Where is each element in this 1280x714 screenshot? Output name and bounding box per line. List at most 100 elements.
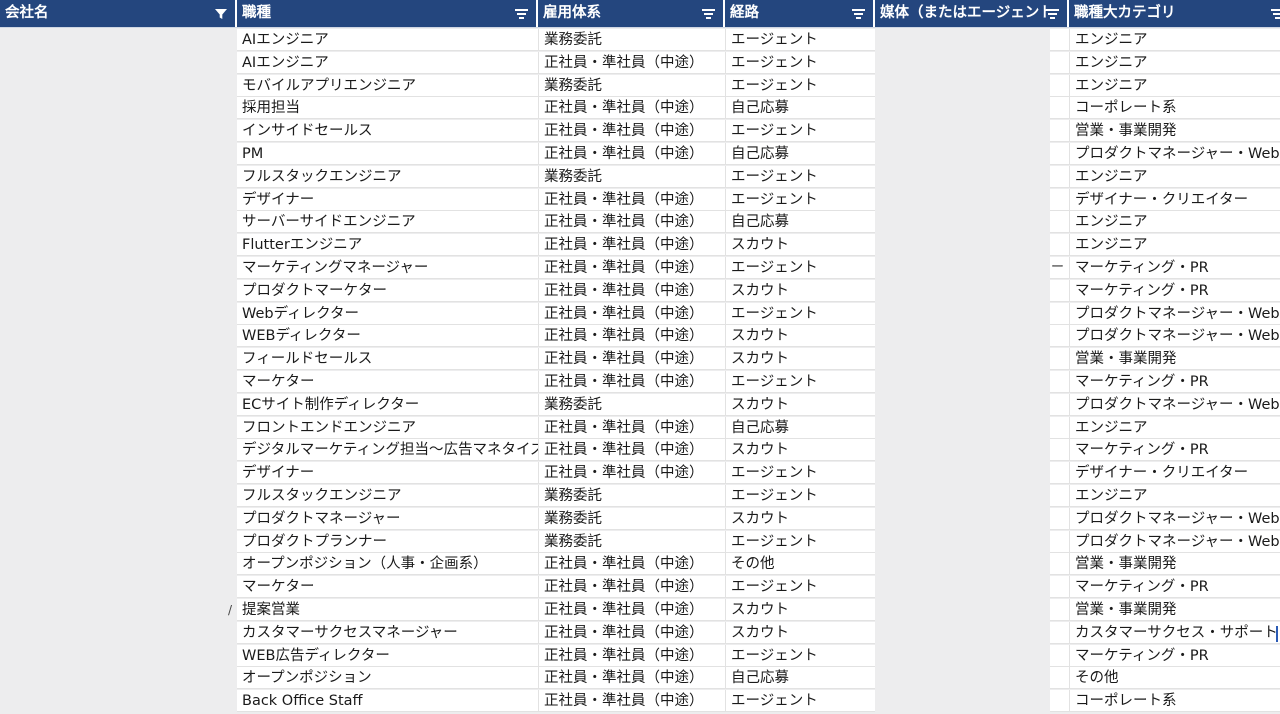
cell-route[interactable]: エージェント xyxy=(725,257,875,279)
cell-category[interactable]: デザイナー・クリエイター xyxy=(1069,188,1280,211)
cell-role[interactable]: インサイドセールス xyxy=(237,120,538,143)
cell-category[interactable]: エンジニア xyxy=(1069,29,1280,51)
cell-media[interactable] xyxy=(875,280,1050,302)
cell-route[interactable]: エージェント xyxy=(725,485,875,507)
cell-role[interactable]: フルスタックエンジニア xyxy=(237,485,538,507)
cell-employment[interactable]: 正社員・準社員（中途） xyxy=(538,462,725,485)
cell-media-edge[interactable] xyxy=(1050,302,1069,325)
cell-media-edge[interactable] xyxy=(1050,667,1069,690)
cell-employment[interactable]: 正社員・準社員（中途） xyxy=(538,51,725,74)
cell-media[interactable] xyxy=(875,303,1050,325)
cell-role[interactable]: 採用担当 xyxy=(237,97,538,120)
cell-employment[interactable]: 正社員・準社員（中途） xyxy=(538,348,725,371)
cell-employment[interactable]: 正社員・準社員（中途） xyxy=(538,120,725,143)
cell-route[interactable]: エージェント xyxy=(725,644,875,667)
cell-route[interactable]: エージェント xyxy=(725,690,875,713)
cell-media-edge[interactable] xyxy=(1050,188,1069,211)
cell-media-edge[interactable] xyxy=(1050,279,1069,302)
cell-employment[interactable]: 正社員・準社員（中途） xyxy=(538,416,725,439)
cell-route[interactable]: エージェント xyxy=(725,51,875,74)
cell-role[interactable]: 提案営業 xyxy=(237,599,538,621)
cell-media[interactable] xyxy=(875,622,1050,644)
cell-role[interactable]: モバイルアプリエンジニア xyxy=(237,74,538,97)
cell-role[interactable]: カスタマーサクセスマネージャー xyxy=(237,621,538,644)
cell-role[interactable]: マーケター xyxy=(237,576,538,599)
cell-category[interactable]: エンジニア xyxy=(1069,211,1280,234)
cell-category[interactable]: 営業・事業開発 xyxy=(1069,553,1280,576)
cell-media[interactable] xyxy=(875,531,1050,553)
cell-route[interactable]: 自己応募 xyxy=(725,416,875,439)
cell-media[interactable] xyxy=(875,667,1050,689)
cell-media[interactable] xyxy=(875,143,1050,165)
cell-employment[interactable]: 正社員・準社員（中途） xyxy=(538,553,725,576)
cell-role[interactable]: AIエンジニア xyxy=(237,29,538,51)
cell-role[interactable]: プロダクトマーケター xyxy=(237,279,538,302)
cell-media[interactable] xyxy=(875,325,1050,347)
cell-employment[interactable]: 正社員・準社員（中途） xyxy=(538,143,725,165)
cell-category[interactable]: マーケティング・PR xyxy=(1069,257,1280,279)
cell-employment[interactable]: 正社員・準社員（中途） xyxy=(538,439,725,462)
cell-route[interactable]: 自己応募 xyxy=(725,143,875,165)
cell-route[interactable]: エージェント xyxy=(725,120,875,143)
cell-category[interactable]: プロダクトマネージャー・Webデ xyxy=(1069,143,1280,165)
cell-role[interactable]: デジタルマーケティング担当〜広告マネタイズ xyxy=(237,439,538,462)
cell-role[interactable]: フルスタックエンジニア xyxy=(237,165,538,188)
cell-media-edge[interactable] xyxy=(1050,325,1069,348)
cell-route[interactable]: スカウト xyxy=(725,234,875,257)
cell-route[interactable]: スカウト xyxy=(725,621,875,644)
cell-media[interactable] xyxy=(875,645,1050,667)
cell-media[interactable] xyxy=(875,599,1050,621)
filter-icon[interactable] xyxy=(852,0,865,27)
cell-route[interactable]: エージェント xyxy=(725,371,875,393)
cell-role[interactable]: プロダクトプランナー xyxy=(237,530,538,553)
cell-route[interactable]: エージェント xyxy=(725,576,875,599)
cell-employment[interactable]: 正社員・準社員（中途） xyxy=(538,302,725,325)
cell-employment[interactable]: 正社員・準社員（中途） xyxy=(538,279,725,302)
cell-media-edge[interactable] xyxy=(1050,485,1069,507)
cell-media-edge[interactable] xyxy=(1050,393,1069,416)
cell-media-edge[interactable] xyxy=(1050,621,1069,644)
cell-role[interactable]: オープンポジション xyxy=(237,667,538,690)
cell-employment[interactable]: 正社員・準社員（中途） xyxy=(538,644,725,667)
cell-employment[interactable]: 正社員・準社員（中途） xyxy=(538,211,725,234)
cell-media-edge[interactable] xyxy=(1050,644,1069,667)
cell-category[interactable]: プロダクトマネージャー・Webデ xyxy=(1069,507,1280,530)
cell-role[interactable]: WEB広告ディレクター xyxy=(237,644,538,667)
cell-role[interactable]: デザイナー xyxy=(237,188,538,211)
cell-employment[interactable]: 業務委託 xyxy=(538,485,725,507)
cell-media-edge[interactable] xyxy=(1050,211,1069,234)
cell-media[interactable] xyxy=(875,417,1050,439)
cell-category[interactable]: エンジニア xyxy=(1069,165,1280,188)
cell-employment[interactable]: 正社員・準社員（中途） xyxy=(538,667,725,690)
cell-route[interactable]: スカウト xyxy=(725,279,875,302)
cell-media-edge[interactable] xyxy=(1050,97,1069,120)
header-media[interactable]: 媒体（またはエージェント xyxy=(875,0,1069,27)
cell-media-edge[interactable] xyxy=(1050,507,1069,530)
cell-category[interactable]: 営業・事業開発 xyxy=(1069,348,1280,371)
cell-role[interactable]: フロントエンドエンジニア xyxy=(237,416,538,439)
cell-route[interactable]: スカウト xyxy=(725,507,875,530)
cell-media-edge[interactable] xyxy=(1050,348,1069,371)
cell-media[interactable] xyxy=(875,75,1050,97)
cell-category[interactable]: マーケティング・PR xyxy=(1069,439,1280,462)
cell-media[interactable] xyxy=(875,462,1050,484)
cell-category[interactable]: マーケティング・PR xyxy=(1069,644,1280,667)
cell-category[interactable]: プロダクトマネージャー・Webデ xyxy=(1069,393,1280,416)
cell-media-edge[interactable] xyxy=(1050,416,1069,439)
filter-icon[interactable] xyxy=(702,0,715,27)
cell-employment[interactable]: 正社員・準社員（中途） xyxy=(538,371,725,393)
cell-employment[interactable]: 正社員・準社員（中途） xyxy=(538,576,725,599)
cell-route[interactable]: その他 xyxy=(725,553,875,576)
cell-media[interactable] xyxy=(875,120,1050,142)
cell-route[interactable]: スカウト xyxy=(725,393,875,416)
cell-media[interactable] xyxy=(875,439,1050,461)
cell-employment[interactable]: 正社員・準社員（中途） xyxy=(538,599,725,621)
cell-media-edge[interactable] xyxy=(1050,439,1069,462)
cell-category[interactable]: エンジニア xyxy=(1069,74,1280,97)
cell-category[interactable]: プロダクトマネージャー・Webデ xyxy=(1069,530,1280,553)
cell-media-edge[interactable] xyxy=(1050,371,1069,393)
cell-category[interactable]: カスタマーサクセス・サポート xyxy=(1069,621,1280,644)
cell-media[interactable] xyxy=(875,690,1050,712)
header-route[interactable]: 経路 xyxy=(725,0,875,27)
cell-role[interactable]: Flutterエンジニア xyxy=(237,234,538,257)
